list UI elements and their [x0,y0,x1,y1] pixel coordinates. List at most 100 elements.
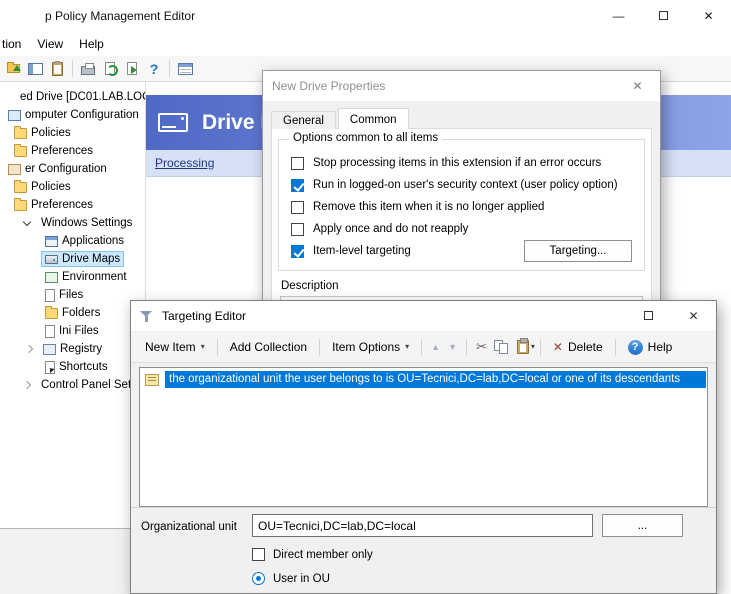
help-label: Help [648,340,673,354]
menu-action[interactable]: tion [0,34,29,54]
tab-common[interactable]: Common [338,108,409,129]
dialog-titlebar: Targeting Editor ✕ [131,301,716,331]
item-options-button[interactable]: Item Options ▾ [325,337,416,357]
menu-help[interactable]: Help [71,34,112,54]
close-button[interactable]: ✕ [671,301,716,330]
shortcut-icon [45,361,55,374]
toolbar-separator [615,339,616,356]
move-up-icon[interactable]: ▲ [427,342,444,352]
tree-item-registry[interactable]: Registry [0,340,145,358]
tab-page-common: Options common to all items Stop process… [271,128,652,307]
targeting-item-list[interactable]: the organizational unit the user belongs… [139,367,708,507]
file-icon [45,289,55,302]
delete-button[interactable]: ✕ Delete [546,337,610,357]
console-tree-icon[interactable] [24,58,46,80]
add-collection-button[interactable]: Add Collection [223,337,314,357]
tree-item-windows-settings[interactable]: Windows Settings [0,214,145,232]
tree-item-files[interactable]: Files [0,286,145,304]
close-button[interactable]: ✕ [686,0,731,31]
targeting-button[interactable]: Targeting... [524,240,632,262]
refresh-glyph-icon [105,62,115,75]
tree-item-shortcuts[interactable]: Shortcuts [0,358,145,376]
new-item-button[interactable]: New Item ▾ [138,337,212,357]
maximize-button[interactable] [641,0,686,31]
tree-item-computer-configuration[interactable]: omputer Configuration [0,106,145,124]
toolbar-separator [169,60,170,77]
clipboard-icon[interactable] [46,58,68,80]
tree-item-policies-computer[interactable]: Policies [0,124,145,142]
help-button[interactable]: ? Help [621,337,680,358]
help-icon[interactable]: ? [143,58,165,80]
checkbox-apply-once[interactable] [291,223,304,236]
option-label: Run in logged-on user's security context… [313,179,618,191]
processing-link[interactable]: Processing [155,156,214,170]
folder-icon [14,128,27,139]
tree-item-folders[interactable]: Folders [0,304,145,322]
copy-icon[interactable] [494,340,510,355]
close-icon: ✕ [688,309,698,323]
option-label: Stop processing items in this extension … [313,157,601,169]
targeting-toolbar: New Item ▾ Add Collection Item Options ▾… [131,332,716,363]
printer-glyph-icon [81,66,95,75]
main-titlebar: p Policy Management Editor — ✕ [0,0,731,32]
paste-dropdown-icon[interactable]: ▾ [531,343,535,351]
tree-item-preferences-user[interactable]: Preferences [0,196,145,214]
tree-item-applications[interactable]: Applications [0,232,145,250]
clipboard-glyph-icon [52,62,63,76]
paste-icon[interactable] [517,340,529,354]
move-down-icon[interactable]: ▼ [444,342,461,352]
organizational-unit-input[interactable] [252,514,593,537]
list-item[interactable]: the organizational unit the user belongs… [141,370,706,389]
toolbar-separator [217,339,218,356]
tree-item-user-configuration[interactable]: er Configuration [0,160,145,178]
tree-item-control-panel-settings[interactable]: Control Panel Settings [0,376,145,394]
tree-item-ini-files[interactable]: Ini Files [0,322,145,340]
refresh-icon[interactable] [99,58,121,80]
new-item-label: New Item [145,340,196,354]
checkbox-run-in-user-context[interactable] [291,179,304,192]
chevron-collapsed-icon[interactable] [25,345,33,353]
cut-icon[interactable]: ✂ [472,339,491,355]
window-pane-icon [28,63,43,75]
tree-bottom-area [0,528,146,594]
export-list-icon[interactable] [121,58,143,80]
tree-item-label: Policies [31,127,71,139]
up-one-level-icon[interactable] [2,58,24,80]
browse-button[interactable]: ... [602,514,683,537]
details-view-icon[interactable] [174,58,196,80]
list-item-text: the organizational unit the user belongs… [165,371,706,388]
printer-icon[interactable] [77,58,99,80]
tree-item-policies-user[interactable]: Policies [0,178,145,196]
toolbar-separator [421,339,422,356]
checkbox-item-level-targeting[interactable] [291,245,304,258]
radio-user-in-ou[interactable] [252,572,265,585]
dialog-title: New Drive Properties [272,79,385,93]
close-button[interactable]: ✕ [615,71,660,100]
tree-item-drive-maps[interactable]: Drive Maps [0,250,145,268]
tree-item-label: er Configuration [25,163,107,175]
add-collection-label: Add Collection [230,340,307,354]
console-tree: ed Drive [DC01.LAB.LOCA omputer Configur… [0,82,146,528]
funnel-icon [140,310,154,323]
tree-item-preferences-computer[interactable]: Preferences [0,142,145,160]
maximize-button[interactable] [626,301,671,330]
computer-icon [8,110,21,121]
checkbox-remove-when-not-applied[interactable] [291,201,304,214]
tree-item-environment[interactable]: Environment [0,268,145,286]
close-icon: ✕ [632,79,642,93]
options-group: Options common to all items Stop process… [278,139,645,271]
tree-item-gpo-root[interactable]: ed Drive [DC01.LAB.LOCA [0,88,145,106]
chevron-expanded-icon[interactable] [23,217,31,225]
tab-general[interactable]: General [271,111,336,129]
targeting-editor-dialog: Targeting Editor ✕ New Item ▾ Add Collec… [130,300,717,594]
folder-icon [14,200,27,211]
tab-label: General [283,115,324,127]
dialog-title: Targeting Editor [162,309,246,323]
checkbox-stop-processing[interactable] [291,157,304,170]
option-run-in-user-context: Run in logged-on user's security context… [287,174,636,196]
minimize-button[interactable]: — [596,0,641,31]
chevron-collapsed-icon[interactable] [23,381,31,389]
checkbox-direct-member-only[interactable] [252,548,265,561]
ini-file-icon [45,325,55,338]
menu-view[interactable]: View [29,34,71,54]
